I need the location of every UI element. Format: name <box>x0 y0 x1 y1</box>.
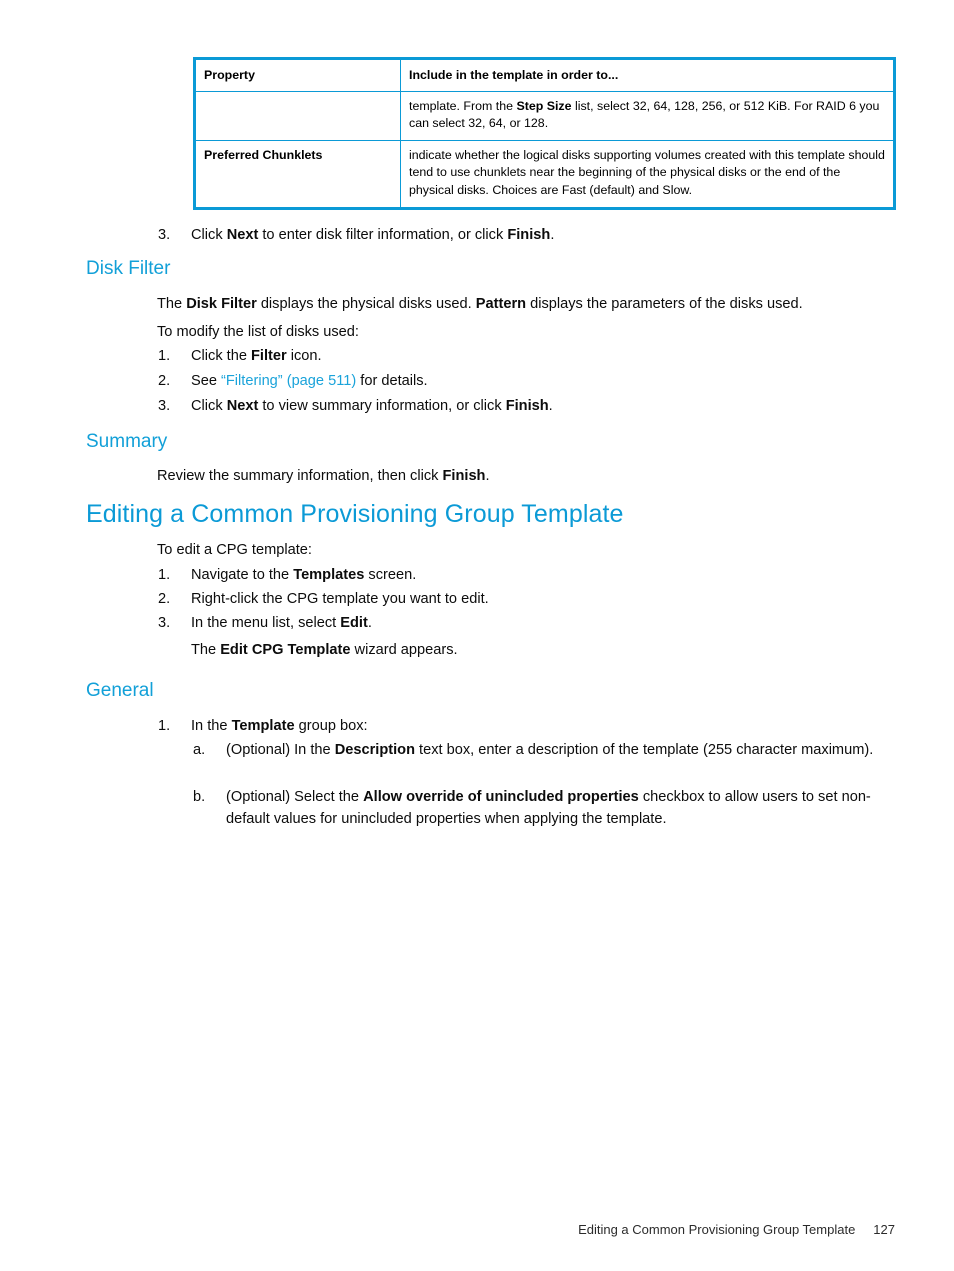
list-marker: 1. <box>158 348 171 364</box>
table-row: template. From the Step Size list, selec… <box>194 91 895 142</box>
list-item: 2. See “Filtering” (page 511) for detail… <box>158 370 898 392</box>
text-run: See <box>191 373 222 389</box>
text-run: displays the parameters of the disks use… <box>526 296 803 312</box>
list-item: 3. Click Next to enter disk filter infor… <box>158 224 898 246</box>
property-table: Property Include in the template in orde… <box>193 57 896 210</box>
text-run: group box: <box>294 718 368 734</box>
footer-title: Editing a Common Provisioning Group Temp… <box>578 1222 856 1237</box>
text-run: to view summary information, or click <box>258 398 506 414</box>
text-run: text box, enter a description of the tem… <box>414 742 874 758</box>
footer-page-number: 127 <box>873 1222 895 1237</box>
bold-run: Pattern <box>475 296 527 312</box>
list-marker: 2. <box>158 591 171 607</box>
text-run: (Optional) In the <box>226 742 335 758</box>
text-run: . <box>550 227 555 243</box>
text-run: In the menu list, select <box>191 615 341 631</box>
document-page: Property Include in the template in orde… <box>0 0 954 1271</box>
list-item-text: See “Filtering” (page 511) for details. <box>191 370 898 392</box>
disk-filter-paragraph: The Disk Filter displays the physical di… <box>157 293 897 315</box>
list-item: 1. In the Template group box: <box>158 715 898 737</box>
summary-paragraph: Review the summary information, then cli… <box>157 465 897 487</box>
table-header-row: Property Include in the template in orde… <box>194 57 895 93</box>
list-item: 2. Right-click the CPG template you want… <box>158 588 898 610</box>
list-marker: 3. <box>158 398 171 414</box>
text-run: displays the physical disks used. <box>256 296 476 312</box>
list-marker: 1. <box>158 567 171 583</box>
text-run: The <box>191 642 221 658</box>
list-item: 3. In the menu list, select Edit. <box>158 612 898 634</box>
table-header-include: Include in the template in order to... <box>400 57 895 93</box>
disk-filter-intro: To modify the list of disks used: <box>157 324 359 340</box>
table-cell-property <box>194 91 401 142</box>
bold-run: Finish <box>507 227 551 243</box>
table-cell-description: indicate whether the logical disks suppo… <box>400 140 895 209</box>
table-cell-property: Preferred Chunklets <box>194 140 401 209</box>
table-body: Property Include in the template in orde… <box>194 57 895 209</box>
bold-run: Allow override of unincluded properties <box>363 789 639 805</box>
text-run: indicate whether the logical disks suppo… <box>409 148 885 197</box>
bold-run: Next <box>226 398 259 414</box>
text-run: Review the summary information, then cli… <box>157 468 443 484</box>
editing-intro: To edit a CPG template: <box>157 542 312 558</box>
list-marker: a. <box>193 742 206 758</box>
sub-list-item-text: (Optional) In the Description text box, … <box>226 739 898 761</box>
text-run: icon. <box>286 348 322 364</box>
bold-run: Disk Filter <box>186 296 257 312</box>
text-run: for details. <box>356 373 428 389</box>
text-run: . <box>367 615 372 631</box>
text-run: Right-click the CPG template you want to… <box>191 591 489 607</box>
list-item-text: Click the Filter icon. <box>191 345 898 367</box>
list-item-text: In the menu list, select Edit. <box>191 612 898 634</box>
bold-run: Step Size <box>516 99 572 114</box>
page-footer: Editing a Common Provisioning Group Temp… <box>0 1222 954 1237</box>
bold-run: Edit CPG Template <box>220 642 351 658</box>
cross-reference-link[interactable]: “Filtering” (page 511) <box>221 373 356 389</box>
list-item-text: Click Next to view summary information, … <box>191 395 898 417</box>
list-marker: 2. <box>158 373 171 389</box>
sub-list-item: a. (Optional) In the Description text bo… <box>193 739 898 761</box>
bold-run: Finish <box>505 398 549 414</box>
bold-run: Template <box>231 718 295 734</box>
list-item-text: Navigate to the Templates screen. <box>191 564 898 586</box>
list-marker: 1. <box>158 718 171 734</box>
list-marker: 3. <box>158 227 171 243</box>
list-marker: b. <box>193 789 206 805</box>
text-run: Click <box>191 227 227 243</box>
heading-general: General <box>86 680 154 701</box>
list-item: 1. Click the Filter icon. <box>158 345 898 367</box>
sub-list-item-text: (Optional) Select the Allow override of … <box>226 786 898 830</box>
list-item: 3. Click Next to view summary informatio… <box>158 395 898 417</box>
table-row: Preferred Chunklets indicate whether the… <box>194 140 895 209</box>
text-run: screen. <box>364 567 417 583</box>
text-run: The <box>157 296 187 312</box>
text-run: Click <box>191 398 227 414</box>
list-item-text: Click Next to enter disk filter informat… <box>191 224 898 246</box>
heading-editing-cpg-template: Editing a Common Provisioning Group Temp… <box>86 500 624 528</box>
list-item-text: In the Template group box: <box>191 715 898 737</box>
bold-run: Edit <box>340 615 368 631</box>
list-item: 1. Navigate to the Templates screen. <box>158 564 898 586</box>
sub-list-item: b. (Optional) Select the Allow override … <box>193 786 898 830</box>
bold-run: Next <box>226 227 259 243</box>
text-run: Click the <box>191 348 252 364</box>
list-marker: 3. <box>158 615 171 631</box>
text-run: wizard appears. <box>350 642 458 658</box>
text-run: . <box>548 398 553 414</box>
text-run: template. From the <box>409 99 517 114</box>
text-run: Navigate to the <box>191 567 294 583</box>
list-item-text: Right-click the CPG template you want to… <box>191 588 898 610</box>
table-cell-description: template. From the Step Size list, selec… <box>400 91 895 142</box>
bold-run: Description <box>334 742 415 758</box>
heading-disk-filter: Disk Filter <box>86 258 171 279</box>
wizard-appears-note: The Edit CPG Template wizard appears. <box>191 639 897 661</box>
bold-run: Templates <box>293 567 365 583</box>
bold-run: Finish <box>442 468 486 484</box>
text-run: to enter disk filter information, or cli… <box>258 227 508 243</box>
heading-summary: Summary <box>86 431 168 452</box>
text-run: (Optional) Select the <box>226 789 364 805</box>
table-header-property: Property <box>194 57 401 93</box>
bold-run: Filter <box>251 348 287 364</box>
text-run: . <box>485 468 490 484</box>
text-run: In the <box>191 718 232 734</box>
